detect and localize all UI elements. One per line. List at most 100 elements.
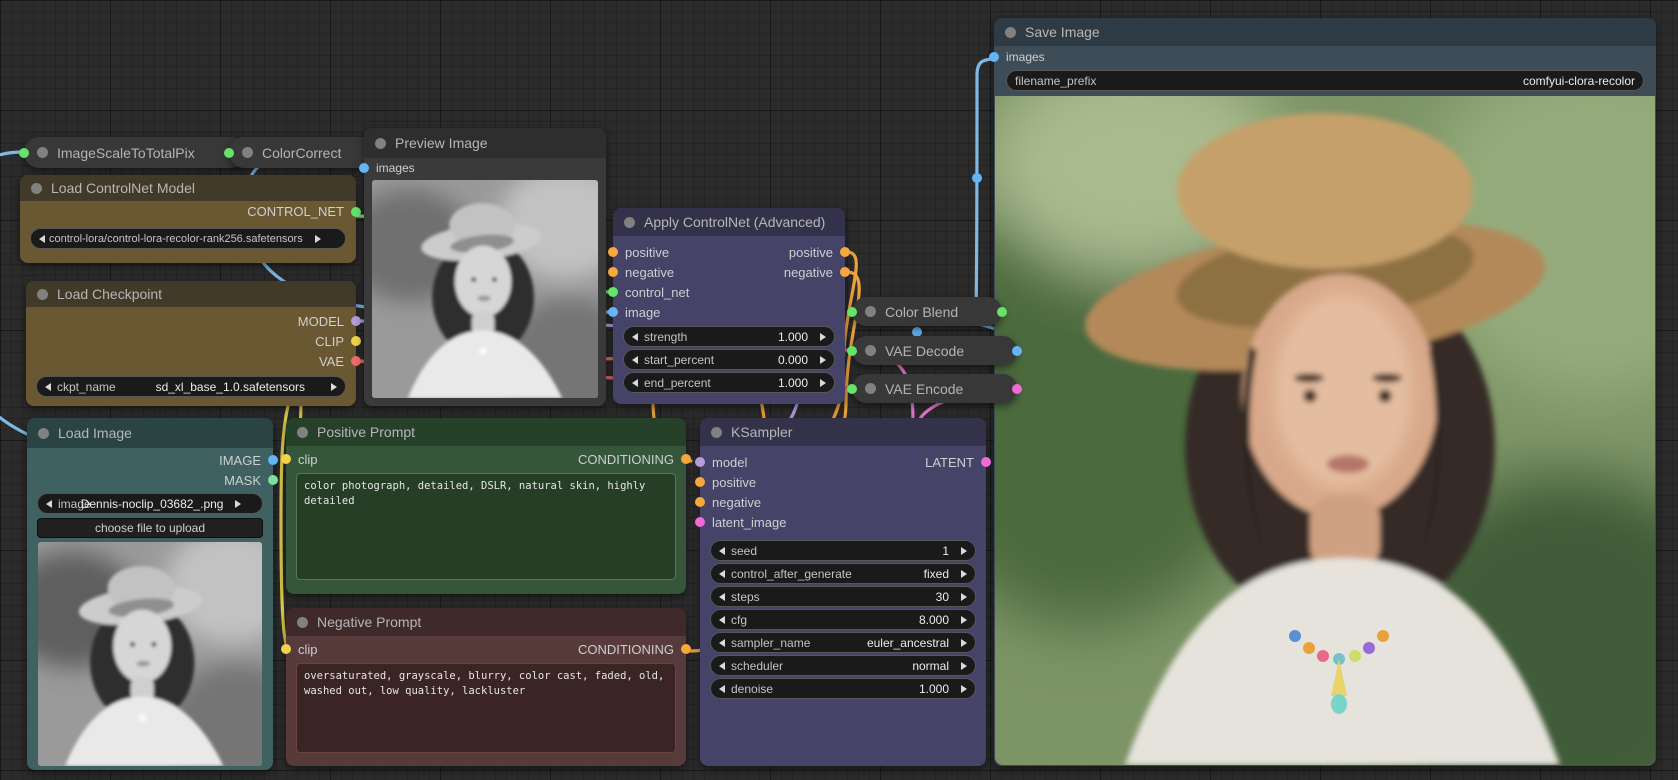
collapse-dot-icon[interactable] bbox=[711, 427, 722, 438]
node-load-controlnet[interactable]: Load ControlNet Model CONTROL_NET contro… bbox=[20, 175, 356, 263]
node-header[interactable]: Load Checkpoint bbox=[26, 281, 356, 307]
collapse-dot-icon[interactable] bbox=[37, 289, 48, 300]
left-arrow-icon[interactable] bbox=[45, 383, 51, 391]
collapse-dot-icon[interactable] bbox=[297, 617, 308, 628]
right-arrow-icon[interactable] bbox=[235, 500, 241, 508]
right-arrow-icon[interactable] bbox=[820, 379, 826, 387]
left-arrow-icon[interactable] bbox=[719, 616, 725, 624]
right-arrow-icon[interactable] bbox=[961, 547, 967, 555]
left-arrow-icon[interactable] bbox=[719, 570, 725, 578]
left-arrow-icon[interactable] bbox=[632, 333, 638, 341]
node-load-checkpoint[interactable]: Load Checkpoint MODEL CLIP VAE ckpt_name… bbox=[26, 281, 356, 406]
collapse-dot-icon[interactable] bbox=[624, 217, 635, 228]
output-slot-control-net[interactable] bbox=[351, 207, 361, 217]
right-arrow-icon[interactable] bbox=[820, 356, 826, 364]
node-header[interactable]: Preview Image bbox=[364, 128, 606, 158]
ckpt-name-widget[interactable]: ckpt_name sd_xl_base_1.0.safetensors bbox=[36, 376, 346, 397]
collapse-dot-icon[interactable] bbox=[1005, 27, 1016, 38]
collapse-dot-icon[interactable] bbox=[37, 147, 48, 158]
seed-widget[interactable]: seed 1 bbox=[710, 540, 976, 561]
node-vae-encode-collapsed[interactable]: VAE Encode bbox=[852, 374, 1017, 403]
collapsed-input-dot[interactable] bbox=[19, 148, 29, 158]
collapsed-input-dot[interactable] bbox=[224, 148, 234, 158]
end-percent-widget[interactable]: end_percent 1.000 bbox=[623, 372, 835, 393]
right-arrow-icon[interactable] bbox=[315, 235, 321, 243]
collapse-dot-icon[interactable] bbox=[865, 306, 876, 317]
input-slot-images[interactable] bbox=[989, 52, 999, 62]
output-slot-positive[interactable] bbox=[840, 247, 850, 257]
negative-prompt-textarea[interactable]: oversaturated, grayscale, blurry, color … bbox=[296, 663, 676, 753]
input-slot-images[interactable] bbox=[359, 163, 369, 173]
left-arrow-icon[interactable] bbox=[632, 379, 638, 387]
collapsed-output-dot[interactable] bbox=[1012, 384, 1022, 394]
sampler-name-widget[interactable]: sampler_name euler_ancestral bbox=[710, 632, 976, 653]
right-arrow-icon[interactable] bbox=[820, 333, 826, 341]
input-slot-model[interactable] bbox=[695, 457, 705, 467]
collapse-dot-icon[interactable] bbox=[865, 383, 876, 394]
steps-widget[interactable]: steps 30 bbox=[710, 586, 976, 607]
left-arrow-icon[interactable] bbox=[719, 685, 725, 693]
cfg-widget[interactable]: cfg 8.000 bbox=[710, 609, 976, 630]
output-slot-image[interactable] bbox=[268, 455, 278, 465]
collapsed-output-dot[interactable] bbox=[997, 307, 1007, 317]
output-slot-latent[interactable] bbox=[981, 457, 991, 467]
input-slot-control-net[interactable] bbox=[608, 287, 618, 297]
image-file-widget[interactable]: image Dennis-noclip_03682_.png bbox=[37, 493, 263, 514]
output-slot-vae[interactable] bbox=[351, 356, 361, 366]
node-apply-controlnet[interactable]: Apply ControlNet (Advanced) positive pos… bbox=[613, 208, 845, 404]
node-preview-image[interactable]: Preview Image images bbox=[364, 128, 606, 406]
right-arrow-icon[interactable] bbox=[961, 662, 967, 670]
right-arrow-icon[interactable] bbox=[961, 685, 967, 693]
node-color-correct-collapsed[interactable]: ColorCorrect bbox=[229, 137, 382, 168]
node-header[interactable]: Negative Prompt bbox=[286, 608, 686, 636]
collapse-dot-icon[interactable] bbox=[297, 427, 308, 438]
output-slot-model[interactable] bbox=[351, 316, 361, 326]
positive-prompt-textarea[interactable]: color photograph, detailed, DSLR, natura… bbox=[296, 473, 676, 580]
node-graph-canvas[interactable]: { "colors": { "wire_image": "#85c0ee", "… bbox=[0, 0, 1678, 780]
left-arrow-icon[interactable] bbox=[719, 662, 725, 670]
collapse-dot-icon[interactable] bbox=[242, 147, 253, 158]
collapse-dot-icon[interactable] bbox=[865, 345, 876, 356]
collapsed-output-dot[interactable] bbox=[1012, 346, 1022, 356]
collapsed-input-dot[interactable] bbox=[847, 346, 857, 356]
start-percent-widget[interactable]: start_percent 0.000 bbox=[623, 349, 835, 370]
left-arrow-icon[interactable] bbox=[39, 235, 45, 243]
left-arrow-icon[interactable] bbox=[632, 356, 638, 364]
output-slot-clip[interactable] bbox=[351, 336, 361, 346]
control-after-generate-widget[interactable]: control_after_generate fixed bbox=[710, 563, 976, 584]
node-negative-prompt[interactable]: Negative Prompt clip CONDITIONING oversa… bbox=[286, 608, 686, 766]
collapsed-input-dot[interactable] bbox=[847, 307, 857, 317]
node-header[interactable]: Load Image bbox=[27, 418, 273, 448]
input-slot-negative[interactable] bbox=[695, 497, 705, 507]
strength-widget[interactable]: strength 1.000 bbox=[623, 326, 835, 347]
collapsed-input-dot[interactable] bbox=[847, 384, 857, 394]
node-image-scale-collapsed[interactable]: ImageScaleToTotalPix bbox=[24, 137, 246, 168]
output-slot-conditioning[interactable] bbox=[681, 454, 691, 464]
choose-file-button[interactable]: choose file to upload bbox=[37, 518, 263, 538]
output-slot-conditioning[interactable] bbox=[681, 644, 691, 654]
input-slot-positive[interactable] bbox=[695, 477, 705, 487]
denoise-widget[interactable]: denoise 1.000 bbox=[710, 678, 976, 699]
node-positive-prompt[interactable]: Positive Prompt clip CONDITIONING color … bbox=[286, 418, 686, 594]
node-load-image[interactable]: Load Image IMAGE MASK image Dennis-nocli… bbox=[27, 418, 273, 770]
node-save-image[interactable]: Save Image images filename_prefix comfyu… bbox=[994, 18, 1656, 766]
right-arrow-icon[interactable] bbox=[961, 616, 967, 624]
node-header[interactable]: Apply ControlNet (Advanced) bbox=[613, 208, 845, 236]
collapse-dot-icon[interactable] bbox=[375, 138, 386, 149]
input-slot-negative[interactable] bbox=[608, 267, 618, 277]
node-vae-decode-collapsed[interactable]: VAE Decode bbox=[852, 336, 1017, 365]
input-slot-clip[interactable] bbox=[281, 644, 291, 654]
input-slot-clip[interactable] bbox=[281, 454, 291, 464]
output-slot-mask[interactable] bbox=[268, 475, 278, 485]
node-header[interactable]: Positive Prompt bbox=[286, 418, 686, 446]
right-arrow-icon[interactable] bbox=[331, 383, 337, 391]
right-arrow-icon[interactable] bbox=[961, 570, 967, 578]
left-arrow-icon[interactable] bbox=[46, 500, 52, 508]
filename-prefix-widget[interactable]: filename_prefix comfyui-clora-recolor bbox=[1006, 70, 1644, 91]
controlnet-name-widget[interactable]: control-lora/control-lora-recolor-rank25… bbox=[30, 228, 346, 249]
node-header[interactable]: Load ControlNet Model bbox=[20, 175, 356, 201]
input-slot-latent-image[interactable] bbox=[695, 517, 705, 527]
left-arrow-icon[interactable] bbox=[719, 593, 725, 601]
output-slot-negative[interactable] bbox=[840, 267, 850, 277]
node-color-blend-collapsed[interactable]: Color Blend bbox=[852, 297, 1002, 326]
